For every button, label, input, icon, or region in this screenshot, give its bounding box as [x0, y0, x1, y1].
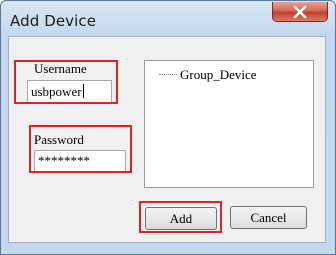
- username-label: Username: [34, 61, 87, 76]
- tree-item-group-device[interactable]: Group_Device: [159, 67, 257, 83]
- cancel-button[interactable]: Cancel: [230, 206, 307, 229]
- close-button[interactable]: [272, 2, 328, 22]
- password-label: Password: [34, 132, 84, 147]
- password-field[interactable]: ********: [34, 150, 126, 172]
- dialog-title: Add Device: [10, 12, 97, 30]
- title-bar[interactable]: Add Device: [1, 1, 335, 37]
- tree-connector: [159, 74, 177, 76]
- tree-item-label: Group_Device: [180, 67, 257, 82]
- password-value: ********: [38, 153, 90, 168]
- add-button[interactable]: Add: [145, 207, 217, 230]
- username-field[interactable]: usbpower: [27, 80, 112, 104]
- username-value: usbpower: [31, 84, 82, 99]
- text-caret: [82, 84, 84, 98]
- device-group-tree[interactable]: Group_Device: [144, 60, 314, 188]
- close-icon: [293, 5, 307, 18]
